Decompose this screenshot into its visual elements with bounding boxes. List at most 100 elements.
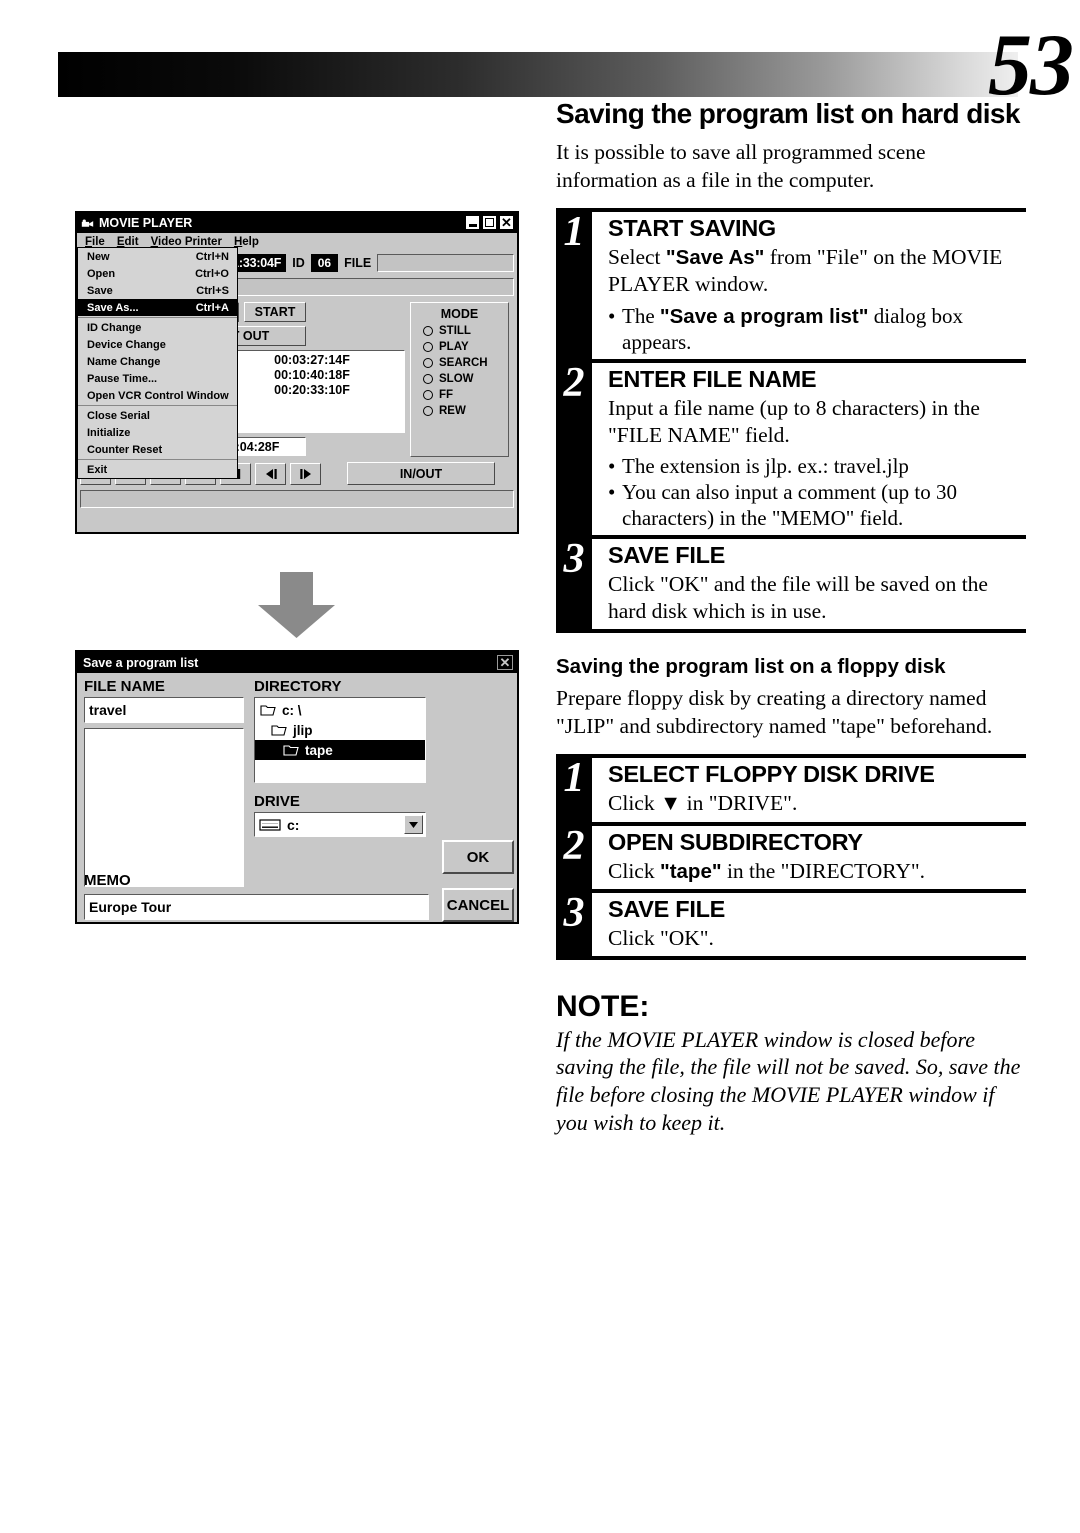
in-out-button[interactable]: IN/OUT [347,462,495,485]
frame-back-icon[interactable] [255,462,286,485]
step-3-heading: SAVE FILE [608,542,725,569]
status-bar [80,490,514,508]
mode-still-label: STILL [439,325,471,337]
menu-item-counter-reset[interactable]: Counter Reset [78,441,237,458]
menu-item-device-change[interactable]: Device Change [78,336,237,353]
down-arrow-icon [258,572,335,638]
memo-label: MEMO [84,872,131,889]
floppy-step-1-heading: SELECT FLOPPY DISK DRIVE [608,761,935,788]
menu-item-name-change[interactable]: Name Change [78,353,237,370]
floppy-step-1-number-bar: 1 [556,755,592,822]
menu-item-open-vcr-control-window[interactable]: Open VCR Control Window [78,387,237,404]
mode-rew[interactable]: REW [411,405,508,421]
floppy-step-1-number: 1 [563,755,585,802]
floppy-step-2-number-bar: 2 [556,822,592,889]
mode-search[interactable]: SEARCH [411,357,508,373]
floppy-step-1-body: Click ▼ in "DRIVE". [608,791,798,816]
camcorder-icon [81,218,94,227]
mode-ff[interactable]: FF [411,389,508,405]
directory-item-root[interactable]: c: \ [255,700,425,720]
step-2-body: Input a file name (up to 8 characters) i… [608,396,980,448]
file-label: FILE [344,256,372,270]
minimize-button[interactable] [465,215,480,230]
menu-video-printer-label: ideo Printer [158,235,222,248]
step-1-body: Select "Save As" from "File" on the MOVI… [608,244,1026,298]
floppy-section-title: Saving the program list on a floppy disk [556,655,946,679]
mode-slow[interactable]: SLOW [411,373,508,389]
step-3-body: Click "OK" and the file will be saved on… [608,572,988,624]
row-out-timecode: 00:20:33:10F [274,383,350,397]
menu-separator [78,459,237,460]
menu-item-save[interactable]: Save Ctrl+S [78,282,237,299]
menu-item-save-as[interactable]: Save As... Ctrl+A [78,299,237,316]
row-out-timecode: 00:10:40:18F [274,368,350,382]
step-3-number-bar: 3 [556,537,592,630]
header-gradient-bar [58,52,1018,97]
step-1-bullets: The "Save a program list" dialog box app… [608,303,1026,355]
menu-item-close-serial[interactable]: Close Serial [78,407,237,424]
folder-icon [271,725,287,736]
menu-item-open[interactable]: Open Ctrl+O [78,265,237,282]
menu-item-pause-time[interactable]: Pause Time... [78,370,237,387]
floppy-step-2-number: 2 [563,822,585,869]
save-program-list-dialog[interactable]: Save a program list ✕ FILE NAME travel D… [75,650,519,924]
step-2-number-bar: 2 [556,361,592,536]
file-dropdown-menu[interactable]: New Ctrl+N Open Ctrl+O Save Ctrl+S Save As.… [77,247,238,479]
file-name-label: FILE NAME [84,678,165,695]
maximize-button[interactable] [482,215,497,230]
drive-select[interactable]: c: [254,812,426,837]
mode-search-label: SEARCH [439,357,488,369]
step-1: 1 START SAVING Select "Save As" from "Fi… [556,208,1026,359]
directory-list[interactable]: c: \ jlip tape [254,697,426,783]
note-title: NOTE: [556,989,650,1023]
window-controls: ✕ [465,215,514,230]
file-list-box[interactable] [84,728,244,887]
step-2: 2 ENTER FILE NAME Input a file name (up … [556,359,1026,536]
floppy-step-2: 2 OPEN SUBDIRECTORY Click "tape" in the … [556,821,1026,889]
radio-icon [423,326,433,336]
hard-disk-steps: 1 START SAVING Select "Save As" from "Fi… [556,208,1026,634]
folder-icon [283,745,299,756]
step-1-body-pre: Select [608,245,666,270]
menu-item-new[interactable]: New Ctrl+N [78,248,237,265]
folder-icon [260,705,276,716]
radio-icon [423,342,433,352]
menu-separator [78,317,237,318]
directory-item-tape[interactable]: tape [255,740,425,760]
step-2-bullet-1: The extension is jlp. ex.: travel.jlp [608,453,1026,479]
cancel-button[interactable]: CANCEL [442,888,514,922]
step-1-bullet-1: The "Save a program list" dialog box app… [608,303,1026,355]
id-label: ID [292,256,305,270]
frame-forward-icon[interactable] [290,462,321,485]
step-1-number-bar: 1 [556,210,592,359]
mode-panel: MODE STILL PLAY SEARCH SLOW FF REW [410,302,509,457]
menu-item-exit[interactable]: Exit [78,461,237,478]
floppy-intro: Prepare floppy disk by creating a direct… [556,686,993,738]
directory-item-jlip[interactable]: jlip [255,720,425,740]
directory-label: DIRECTORY [254,678,342,695]
menu-edit-label: dit [124,235,139,248]
ok-button[interactable]: OK [442,840,514,874]
drive-icon [259,818,281,831]
id-value: 06 [310,254,339,272]
menu-item-id-change[interactable]: ID Change [78,319,237,336]
close-icon[interactable]: ✕ [499,215,514,230]
chevron-down-icon[interactable] [404,815,423,834]
menu-separator [78,405,237,406]
mode-play-label: PLAY [439,341,469,353]
radio-icon [423,406,433,416]
mode-play[interactable]: PLAY [411,341,508,357]
radio-icon [423,390,433,400]
step-1-heading: START SAVING [608,215,776,242]
floppy-step-2-body: Click "tape" in the "DIRECTORY". [608,858,926,883]
file-name-input[interactable]: travel [84,697,244,723]
memo-input[interactable]: Europe Tour [84,894,429,920]
directory-item-root-label: c: \ [282,702,302,718]
close-icon[interactable]: ✕ [497,655,513,670]
floppy-steps: 1 SELECT FLOPPY DISK DRIVE Click ▼ in "D… [556,754,1026,960]
movie-player-title: MOVIE PLAYER [99,216,193,230]
menu-item-initialize[interactable]: Initialize [78,424,237,441]
start-button[interactable]: START [244,302,306,322]
mode-still[interactable]: STILL [411,325,508,341]
file-input[interactable] [377,254,514,272]
